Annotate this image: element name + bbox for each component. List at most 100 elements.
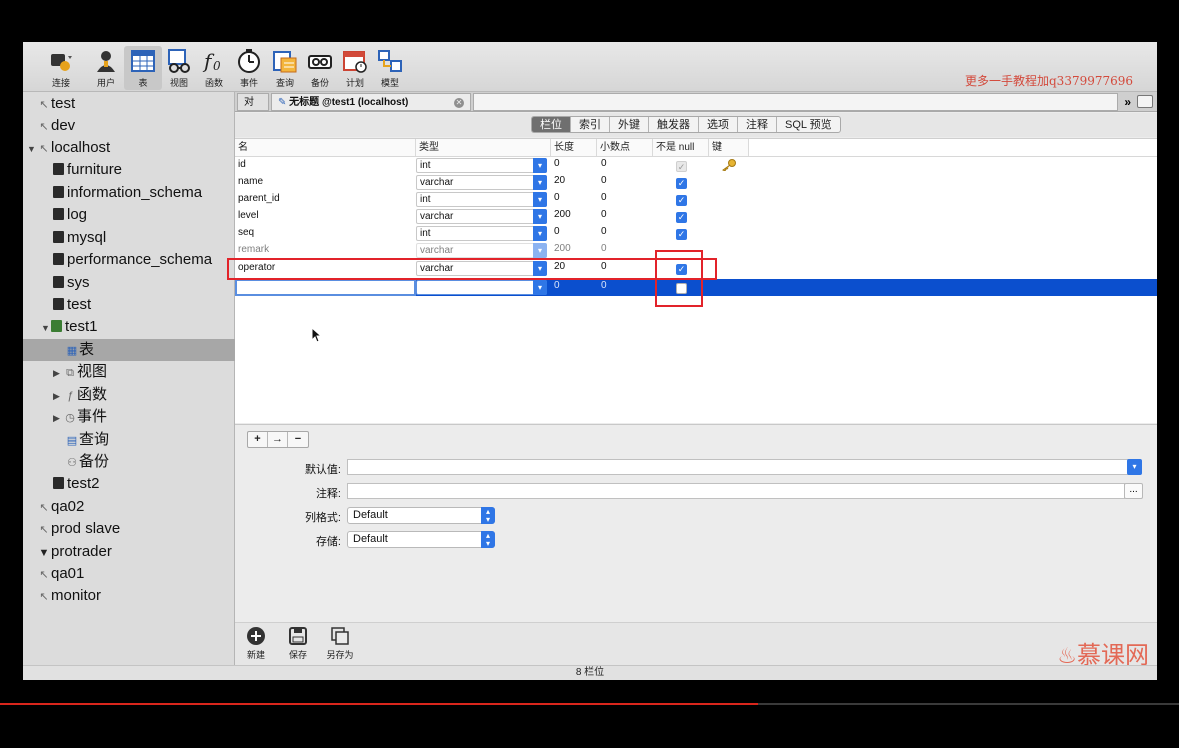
more-tabs-button[interactable]: » (1124, 93, 1131, 111)
insert-field-button[interactable]: → (268, 432, 288, 447)
field-decimals[interactable]: 0 (601, 192, 607, 203)
close-tab-icon[interactable]: ✕ (454, 98, 464, 108)
sidebar-item-monitor[interactable]: ↖ monitor (23, 585, 235, 607)
sidebar-item-backups[interactable]: ⚇ 备份 (23, 451, 235, 473)
column-format-select[interactable]: Default ▴ ▾ (347, 507, 495, 524)
table-button[interactable]: 表 (124, 46, 162, 90)
table-row[interactable]: name varchar ▾ 20 0 ✓ (235, 174, 1157, 191)
not-null-checkbox[interactable]: ✓ (676, 212, 687, 223)
user-button[interactable]: 用户 (87, 46, 125, 90)
field-name-input[interactable] (235, 279, 416, 296)
sidebar-item-test[interactable]: ↖ test (23, 93, 235, 115)
sidebar-item-qa01[interactable]: ↖ qa01 (23, 563, 235, 585)
table-row[interactable]: id int ▾ 0 0 ✓ (235, 157, 1157, 174)
default-dropdown-button[interactable]: ▾ (1127, 459, 1142, 475)
model-button[interactable]: 模型 (371, 46, 409, 90)
field-decimals[interactable]: 0 (601, 280, 607, 291)
field-length[interactable]: 200 (554, 243, 571, 254)
add-field-button[interactable]: + (248, 432, 268, 447)
sidebar-item-dev[interactable]: ↖ dev (23, 115, 235, 137)
sidebar-item-performance-schema[interactable]: performance_schema (23, 249, 235, 271)
event-button[interactable]: 事件 (230, 46, 268, 90)
collapse-triangle-icon[interactable]: ▶ (53, 385, 63, 407)
sidebar-item-functions[interactable]: ▶ ƒ 函数 (23, 384, 235, 406)
segment-comment[interactable]: 注释 (738, 117, 777, 132)
field-type-select[interactable]: int ▾ (416, 158, 547, 173)
sidebar-item-protrader[interactable]: ▼ protrader (23, 541, 235, 563)
sidebar-item-localhost[interactable]: ▼ ↖ localhost (23, 137, 235, 159)
field-name[interactable]: level (238, 210, 259, 221)
column-header-name[interactable]: 名 (235, 139, 416, 156)
sidebar-item-furniture[interactable]: furniture (23, 159, 235, 181)
collapse-triangle-icon[interactable]: ▶ (53, 407, 63, 429)
comment-input[interactable] (347, 483, 1125, 499)
sidebar-item-test2[interactable]: test2 (23, 473, 235, 495)
sidebar-item-sys[interactable]: sys (23, 272, 235, 294)
sidebar-item-qa02[interactable]: ↖ qa02 (23, 496, 235, 518)
function-button[interactable]: f0 函数 (195, 46, 233, 90)
sidebar-item-prod-slave[interactable]: ↖ prod slave (23, 518, 235, 540)
new-button[interactable]: 新建 (239, 626, 273, 661)
column-header-key[interactable]: 键 (709, 139, 749, 156)
table-row[interactable]: seq int ▾ 0 0 ✓ (235, 225, 1157, 242)
segment-fields[interactable]: 栏位 (532, 117, 571, 132)
field-length[interactable]: 0 (554, 226, 560, 237)
field-name[interactable]: remark (238, 244, 269, 255)
save-as-button[interactable]: 另存为 (323, 626, 357, 661)
sidebar-item-log[interactable]: log (23, 204, 235, 226)
primary-key-icon[interactable] (721, 159, 737, 171)
expand-triangle-icon[interactable]: ▼ (41, 317, 51, 339)
field-type-select[interactable]: int ▾ (416, 226, 547, 241)
storage-select[interactable]: Default ▴ ▾ (347, 531, 495, 548)
field-decimals[interactable]: 0 (601, 175, 607, 186)
field-decimals[interactable]: 0 (601, 243, 607, 254)
column-header-not-null[interactable]: 不是 null (653, 139, 709, 156)
sidebar-item-events[interactable]: ▶ ◷ 事件 (23, 406, 235, 428)
column-header-length[interactable]: 长度 (551, 139, 597, 156)
field-length[interactable]: 0 (554, 192, 560, 203)
field-type-select[interactable]: ▾ (416, 280, 547, 295)
sidebar-item-test-db[interactable]: test (23, 294, 235, 316)
expand-triangle-icon[interactable]: ▼ (27, 138, 37, 160)
video-progress-bar[interactable] (0, 703, 758, 705)
backup-button[interactable]: 备份 (301, 46, 339, 90)
field-type-select[interactable]: varchar ▾ (416, 209, 547, 224)
not-null-checkbox[interactable]: ✓ (676, 161, 687, 172)
tab-table-design[interactable]: ✎ 无标题 @test1 (localhost) ✕ (271, 93, 471, 111)
segment-indexes[interactable]: 索引 (571, 117, 610, 132)
column-header-type[interactable]: 类型 (416, 139, 551, 156)
collapse-triangle-icon[interactable]: ▶ (53, 362, 63, 384)
field-name[interactable]: parent_id (238, 193, 280, 204)
sidebar-item-views[interactable]: ▶ ⧉ 视图 (23, 361, 235, 383)
view-button[interactable]: 视图 (160, 46, 198, 90)
default-value-input[interactable] (347, 459, 1129, 475)
schedule-button[interactable]: 计划 (336, 46, 374, 90)
field-type-select[interactable]: varchar ▾ (416, 175, 547, 190)
save-button[interactable]: 保存 (281, 626, 315, 661)
field-length[interactable]: 0 (554, 280, 560, 291)
sidebar-item-test1[interactable]: ▼ test1 (23, 316, 235, 338)
field-decimals[interactable]: 0 (601, 158, 607, 169)
tab-objects[interactable]: 对象 (237, 93, 269, 126)
not-null-checkbox[interactable]: ✓ (676, 229, 687, 240)
not-null-checkbox[interactable]: ✓ (676, 195, 687, 206)
video-progress-track[interactable] (758, 703, 1179, 705)
segment-triggers[interactable]: 触发器 (649, 117, 699, 132)
field-type-select[interactable]: varchar ▾ (416, 243, 547, 258)
segment-foreign-keys[interactable]: 外键 (610, 117, 649, 132)
not-null-checkbox[interactable]: ✓ (676, 178, 687, 189)
field-decimals[interactable]: 0 (601, 209, 607, 220)
field-decimals[interactable]: 0 (601, 226, 607, 237)
sidebar-item-information-schema[interactable]: information_schema (23, 182, 235, 204)
new-tab-icon[interactable] (1137, 95, 1153, 108)
segment-sql-preview[interactable]: SQL 预览 (777, 117, 840, 132)
sidebar-item-tables[interactable]: ▦ 表 (23, 339, 235, 361)
field-length[interactable]: 0 (554, 158, 560, 169)
field-name[interactable]: id (238, 159, 246, 170)
sidebar-item-mysql[interactable]: mysql (23, 227, 235, 249)
field-type-select[interactable]: int ▾ (416, 192, 547, 207)
field-length[interactable]: 200 (554, 209, 571, 220)
column-header-decimals[interactable]: 小数点 (597, 139, 653, 156)
segment-options[interactable]: 选项 (699, 117, 738, 132)
table-row[interactable]: parent_id int ▾ 0 0 ✓ (235, 191, 1157, 208)
